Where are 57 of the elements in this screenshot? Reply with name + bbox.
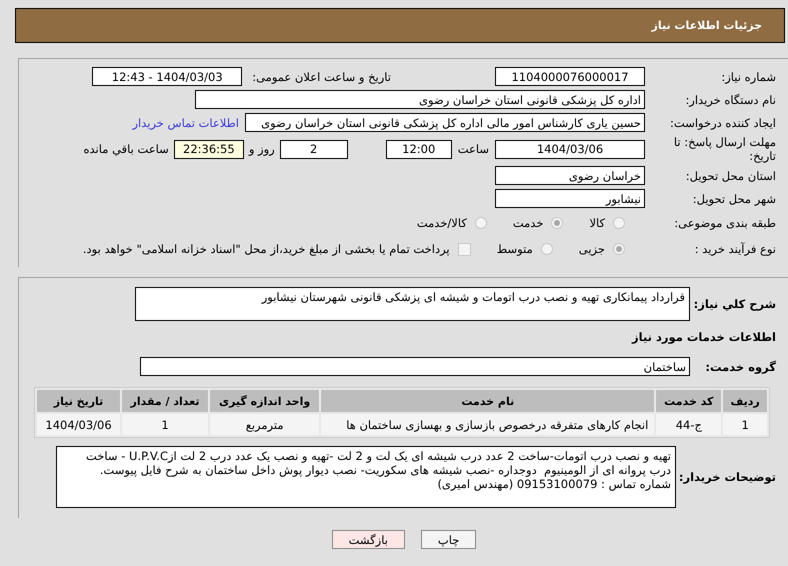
summary-textarea: قرارداد پیمانکاری تهیه و نصب درب اتومات و شیشه ای پزشکی قانونی شهرستان نیشابور xyxy=(135,287,690,321)
field-label: روز و xyxy=(248,142,275,156)
radio-label: کالا xyxy=(589,216,605,230)
table-cell: 1404/03/06 xyxy=(37,414,120,435)
buyer-field: اداره کل پزشکی قانونی استان خراسان رضوی xyxy=(195,90,645,109)
radio-button[interactable] xyxy=(540,243,553,255)
radio-label: کالا/خدمت xyxy=(416,216,467,230)
print-button[interactable]: چاپ xyxy=(420,530,476,549)
radio-button[interactable] xyxy=(613,243,625,255)
field-label: ساعت xyxy=(458,142,489,156)
field-label: شهر محل تحویل: xyxy=(692,192,777,206)
province-field: خراسان رضوی xyxy=(495,166,645,185)
checkbox-label: پرداخت تمام یا بخشی از مبلغ خرید،از محل "اسناد خزانه اسلامی" خواهد بود. xyxy=(82,242,450,256)
days-field: 2 xyxy=(280,140,348,158)
field-label: ایجاد کننده درخواست: xyxy=(669,116,777,130)
radio-label: خدمت xyxy=(512,216,544,230)
back-button[interactable]: بازگشت xyxy=(332,530,405,549)
remaining-time-field: 22:36:55 xyxy=(174,140,244,158)
table-cell: انجام کارهای متفرقه درخصوص بازسازی و بهسازی ساختمان ها xyxy=(321,414,654,435)
table-cell: مترمربع xyxy=(210,414,320,435)
announce-date-field: 1404/03/03 - 12:43 xyxy=(92,67,242,86)
column-header: نام خدمت xyxy=(321,390,654,412)
column-header: کد خدمت xyxy=(656,390,722,412)
field-label: نوع فرآیند خرید : xyxy=(694,242,777,256)
radio-button[interactable] xyxy=(474,217,487,229)
radio-button[interactable] xyxy=(551,217,564,229)
radio-button[interactable] xyxy=(613,217,625,229)
creator-field: حسین یاری کارشناس امور مالی اداره کل پزشکی قانونی استان خراسان رضوی xyxy=(245,113,645,132)
buyer-notes-textarea: تهیه و نصب درب اتومات-ساخت 2 عدد درب شیشه ای یک لت و 2 لت -تهیه و نصب یک عدد درب 2 لت ازU.P.V.C - ساخت درب پروانه ای از الومینیوم دوجداره -نصب شیشه های سکوریت- نصب دیوار پوش داخل ساختمان به شرح فایل پیوست. شماره تماس : 09153100079 (مهندس امیری) xyxy=(56,446,676,508)
field-label: شرح كلي نياز: xyxy=(692,297,777,311)
table-cell: 1 xyxy=(723,414,767,435)
table-cell: 1 xyxy=(122,414,208,435)
field-label: نام دستگاه خریدار: xyxy=(684,92,777,106)
deadline-date-field: 1404/03/06 xyxy=(495,140,645,158)
field-label: گروه خدمت: xyxy=(704,360,777,374)
field-label: استان محل تحویل: xyxy=(684,168,777,182)
field-label: طبقه بندی موضوعی: xyxy=(673,216,777,230)
contact-link[interactable]: اطلاعات تماس خریدار xyxy=(132,116,239,130)
table-cell: ج-44 xyxy=(656,414,722,435)
field-label: تاریخ و ساعت اعلان عمومی: xyxy=(252,70,391,84)
column-header: تاریخ نیاز xyxy=(37,390,120,412)
need-number-field: 1104000076000017 xyxy=(495,67,645,86)
radio-label: متوسط xyxy=(496,242,533,256)
deadline-time-field: 12:00 xyxy=(386,140,452,158)
checkbox[interactable] xyxy=(458,242,471,256)
field-label: توضیحات خریدار: xyxy=(678,470,777,484)
section-heading: اطلاعات خدمات مورد نياز xyxy=(630,330,777,344)
city-field: نیشابور xyxy=(495,189,645,208)
radio-label: جزیی xyxy=(578,242,605,256)
field-label: ساعت باقي مانده xyxy=(84,142,169,156)
field-label: مهلت ارسال پاسخ: تا تاریخ: xyxy=(672,135,777,163)
column-header: ردیف xyxy=(723,390,767,412)
page-title: جزئیات اطلاعات نیاز xyxy=(652,19,762,32)
service-group-field: ساختمان xyxy=(140,357,690,376)
column-header: تعداد / مقدار xyxy=(122,390,208,412)
field-label: شماره نیاز: xyxy=(720,70,777,84)
column-header: واحد اندازه گیری xyxy=(210,390,320,412)
